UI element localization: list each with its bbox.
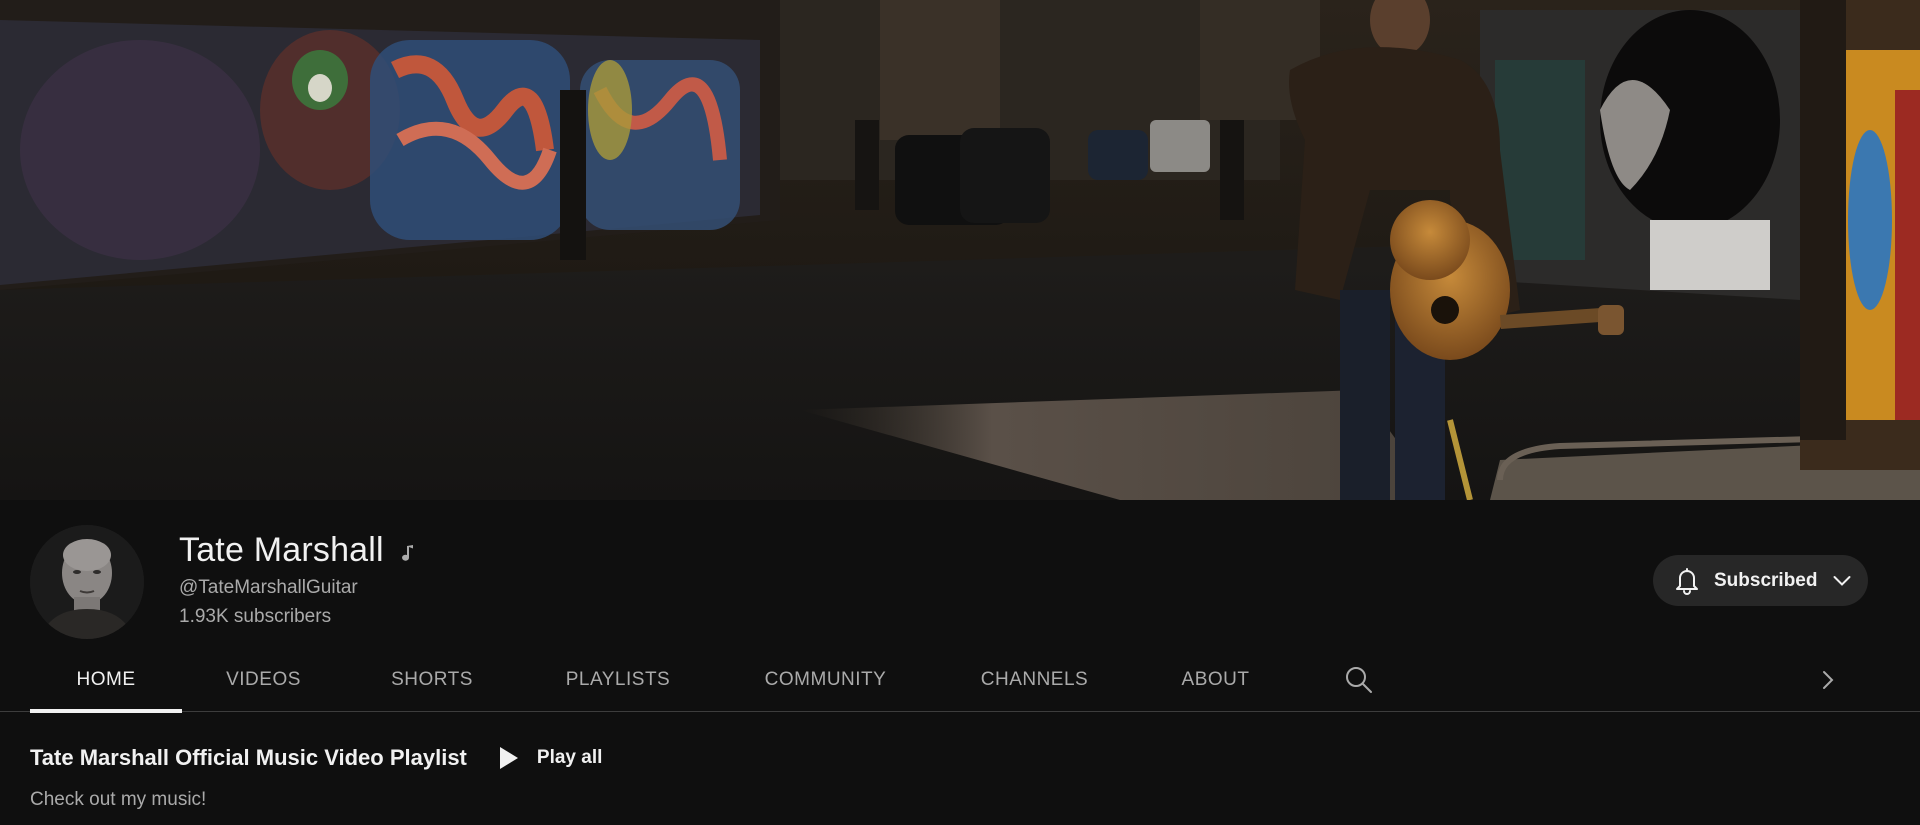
channel-handle: @TateMarshallGuitar xyxy=(179,577,358,598)
music-note-icon xyxy=(401,544,413,561)
channel-name: Tate Marshall xyxy=(179,531,384,569)
banner-image xyxy=(0,0,1920,500)
play-icon xyxy=(499,747,518,769)
search-icon[interactable] xyxy=(1342,663,1376,697)
playlist-section-header: Tate Marshall Official Music Video Playl… xyxy=(30,745,602,771)
playlist-title[interactable]: Tate Marshall Official Music Video Playl… xyxy=(30,745,467,771)
tab-videos[interactable]: VIDEOS xyxy=(182,648,345,712)
channel-tabs: HOME VIDEOS SHORTS PLAYLISTS COMMUNITY C… xyxy=(0,648,1920,713)
tab-shorts[interactable]: SHORTS xyxy=(345,648,519,712)
bell-icon xyxy=(1676,567,1698,595)
channel-header: Tate Marshall @TateMarshallGuitar 1.93K … xyxy=(0,500,1920,648)
subscribed-button[interactable]: Subscribed xyxy=(1653,555,1868,606)
channel-name-row: Tate Marshall xyxy=(179,531,416,570)
play-all-button[interactable]: Play all xyxy=(499,746,603,770)
chevron-right-icon[interactable] xyxy=(1816,668,1840,692)
channel-avatar[interactable] xyxy=(30,525,144,639)
tab-community[interactable]: COMMUNITY xyxy=(717,648,934,712)
chevron-down-icon xyxy=(1833,575,1851,586)
playlist-description: Check out my music! xyxy=(30,789,207,810)
subscriber-count: 1.93K subscribers xyxy=(179,606,332,627)
tab-home[interactable]: HOME xyxy=(30,648,182,713)
play-all-label: Play all xyxy=(536,747,603,768)
subscribed-label: Subscribed xyxy=(1714,569,1818,591)
tab-channels[interactable]: CHANNELS xyxy=(934,648,1135,712)
tab-playlists[interactable]: PLAYLISTS xyxy=(519,648,717,712)
avatar-image xyxy=(30,525,144,639)
tab-about[interactable]: ABOUT xyxy=(1135,648,1296,712)
channel-banner xyxy=(0,0,1920,500)
